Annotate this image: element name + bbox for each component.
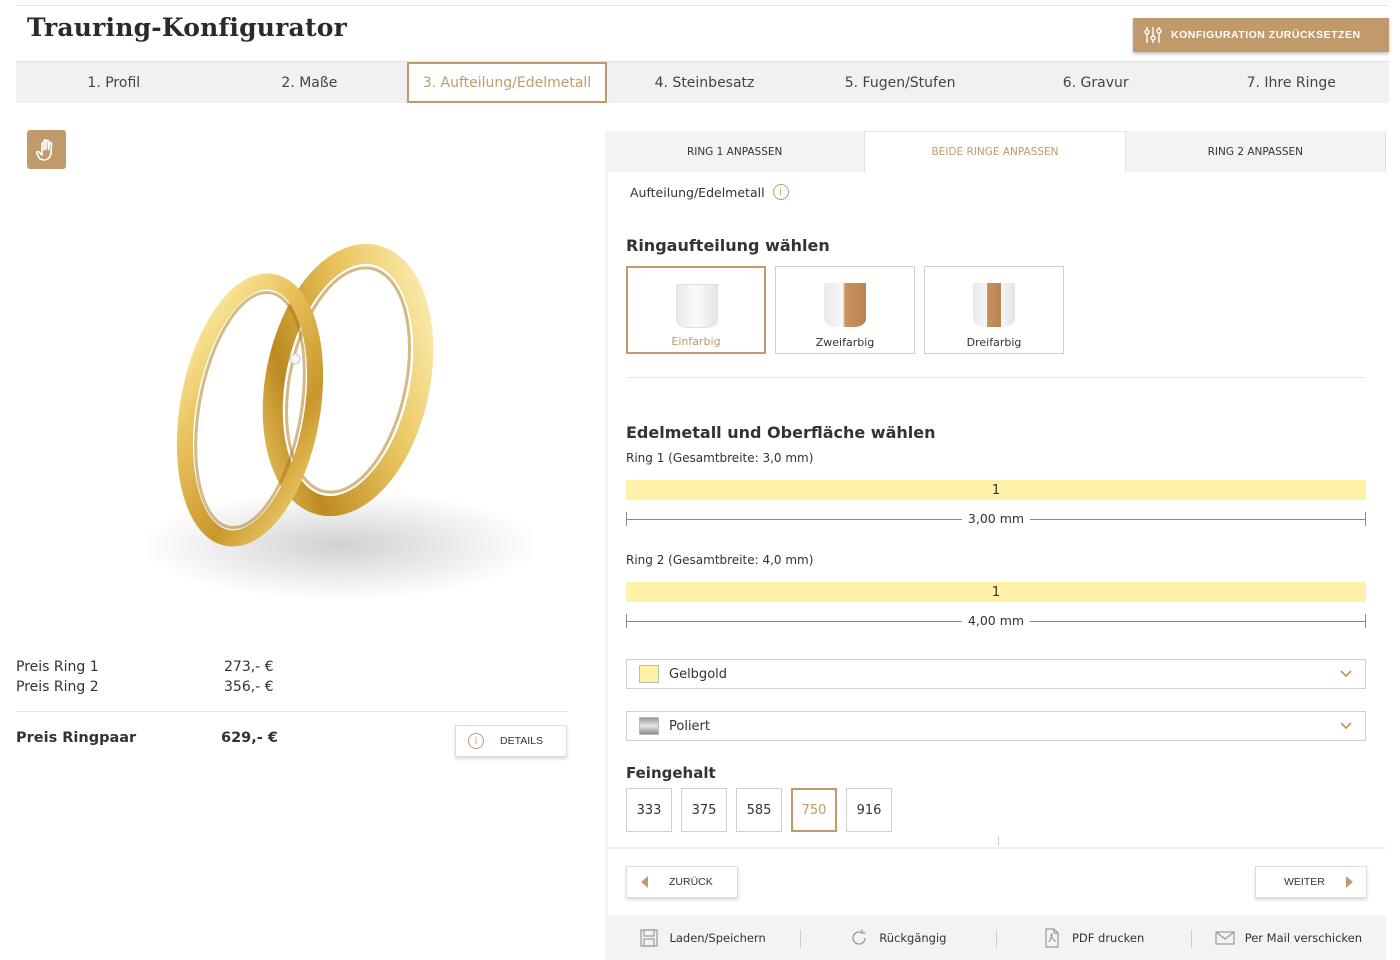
price-ring2-row: Preis Ring 2 356,- € (16, 677, 568, 697)
ring1-width-value: 3,00 mm (961, 512, 1031, 526)
split-option-label: Dreifarbig (966, 336, 1022, 349)
step-masse[interactable]: 2. Maße (212, 62, 408, 103)
mail-action[interactable]: Per Mail verschicken (1190, 928, 1386, 948)
step-aufteilung-edelmetall[interactable]: 3. Aufteilung/Edelmetall (407, 62, 607, 103)
undo-action[interactable]: Rückgängig (800, 928, 995, 948)
split-heading: Ringaufteilung wählen (626, 236, 830, 255)
metal-select-value: Gelbgold (669, 666, 728, 682)
step-fugen-stufen[interactable]: 5. Fugen/Stufen (802, 62, 998, 103)
save-icon (640, 928, 659, 947)
fineness-option-375[interactable]: 375 (681, 788, 727, 832)
reset-configuration-button[interactable]: KONFIGURATION ZURÜCKSETZEN (1133, 18, 1389, 52)
ring1-dimension-line: 3,00 mm (626, 512, 1366, 526)
metal-select[interactable]: Gelbgold (626, 659, 1366, 689)
price-ring1-label: Preis Ring 1 (16, 659, 99, 675)
price-pair-label: Preis Ringpaar (16, 730, 137, 746)
tab-ring2[interactable]: RING 2 ANPASSEN (1125, 131, 1386, 172)
fineness-options: 333 375 585 750 916 (626, 788, 892, 832)
split-option-dreifarbig[interactable]: Dreifarbig (924, 266, 1064, 354)
ring-preview-image[interactable] (90, 200, 560, 640)
chevron-down-icon (1340, 722, 1352, 730)
fineness-option-916[interactable]: 916 (846, 788, 892, 832)
tab-both-rings[interactable]: BEIDE RINGE ANPASSEN (865, 131, 1126, 172)
zweifarbig-swatch-icon (824, 283, 866, 327)
ring2-segment-bar[interactable]: 1 (626, 582, 1366, 602)
sliders-icon (1144, 27, 1162, 43)
ring-tabs: RING 1 ANPASSEN BEIDE RINGE ANPASSEN RIN… (605, 131, 1386, 172)
info-icon: i (468, 733, 484, 749)
fineness-option-585[interactable]: 585 (736, 788, 782, 832)
section-header: Aufteilung/Edelmetall i (630, 184, 789, 200)
step-ihre-ringe[interactable]: 7. Ihre Ringe (1193, 62, 1389, 103)
mail-icon (1215, 930, 1235, 945)
arrow-left-icon (641, 876, 648, 888)
ring2-width-label: Ring 2 (Gesamtbreite: 4,0 mm) (626, 553, 814, 567)
top-divider (16, 5, 1388, 6)
price-ring1-row: Preis Ring 1 273,- € (16, 657, 568, 677)
ring2-width-value: 4,00 mm (961, 614, 1031, 628)
back-button[interactable]: ZURÜCK (626, 866, 738, 898)
arrow-right-icon (1345, 876, 1353, 888)
details-button[interactable]: i DETAILS (455, 725, 567, 757)
fineness-heading: Feingehalt (626, 764, 716, 782)
ring1-width-label: Ring 1 (Gesamtbreite: 3,0 mm) (626, 451, 814, 465)
step-navigation: 1. Profil 2. Maße 3. Aufteilung/Edelmeta… (16, 61, 1389, 103)
ring2-dimension-line: 4,00 mm (626, 614, 1366, 628)
surface-select[interactable]: Poliert (626, 711, 1366, 741)
info-icon[interactable]: i (772, 184, 789, 200)
split-option-einfarbig[interactable]: Einfarbig (626, 266, 766, 354)
mail-label: Per Mail verschicken (1244, 930, 1363, 945)
ring1-segment-number: 1 (991, 482, 1001, 498)
price-divider (16, 711, 568, 712)
ring2-segment-number: 1 (991, 584, 1001, 600)
step-steinbesatz[interactable]: 4. Steinbesatz (607, 62, 803, 103)
fineness-option-750[interactable]: 750 (791, 788, 837, 832)
reset-label: KONFIGURATION ZURÜCKSETZEN (1171, 29, 1361, 41)
metal-heading: Edelmetall und Oberfläche wählen (626, 423, 936, 442)
pdf-label: PDF drucken (1071, 930, 1145, 945)
action-footer: Laden/Speichern Rückgängig PDF drucken P… (605, 915, 1386, 960)
page-title: Trauring-Konfigurator (27, 13, 347, 42)
poliert-swatch-icon (639, 717, 659, 735)
back-label: ZURÜCK (669, 876, 713, 888)
tab-ring1[interactable]: RING 1 ANPASSEN (605, 131, 866, 172)
step-profil[interactable]: 1. Profil (16, 62, 212, 103)
panel-content: Aufteilung/Edelmetall i Ringaufteilung w… (608, 172, 1386, 847)
price-ring2-label: Preis Ring 2 (16, 679, 99, 695)
einfarbig-swatch-icon (676, 284, 718, 328)
details-label: DETAILS (500, 735, 543, 747)
split-option-zweifarbig[interactable]: Zweifarbig (775, 266, 915, 354)
section-title: Aufteilung/Edelmetall (630, 184, 765, 200)
undo-label: Rückgängig (879, 930, 947, 945)
section-divider (626, 377, 1366, 378)
split-option-label: Einfarbig (671, 335, 721, 348)
next-label: WEITER (1284, 876, 1325, 888)
price-ring2-value: 356,- € (224, 679, 274, 695)
price-pair-value: 629,- € (221, 730, 278, 746)
step-gravur[interactable]: 6. Gravur (998, 62, 1194, 103)
fineness-option-333[interactable]: 333 (626, 788, 672, 832)
price-summary: Preis Ring 1 273,- € Preis Ring 2 356,- … (16, 657, 568, 697)
configuration-panel: RING 1 ANPASSEN BEIDE RINGE ANPASSEN RIN… (605, 131, 1386, 960)
scroll-tick (998, 836, 999, 846)
gelbgold-swatch-icon (639, 665, 659, 683)
pdf-action[interactable]: PDF drucken (995, 927, 1191, 948)
split-options: Einfarbig Zweifarbig Dreifarbig (626, 266, 1064, 354)
ring1-segment-bar[interactable]: 1 (626, 480, 1366, 500)
price-pair-row: Preis Ringpaar 629,- € (16, 730, 278, 746)
chevron-down-icon (1340, 670, 1352, 678)
surface-select-value: Poliert (669, 718, 710, 734)
next-button[interactable]: WEITER (1255, 866, 1367, 898)
hand-icon[interactable] (27, 130, 66, 169)
pdf-icon (1045, 927, 1059, 948)
split-option-label: Zweifarbig (815, 336, 875, 349)
dreifarbig-swatch-icon (973, 283, 1015, 327)
undo-icon (852, 929, 866, 945)
step-nav-row: ZURÜCK WEITER (608, 847, 1386, 915)
load-save-action[interactable]: Laden/Speichern (605, 928, 800, 948)
price-ring1-value: 273,- € (224, 659, 274, 675)
load-save-label: Laden/Speichern (669, 930, 766, 945)
